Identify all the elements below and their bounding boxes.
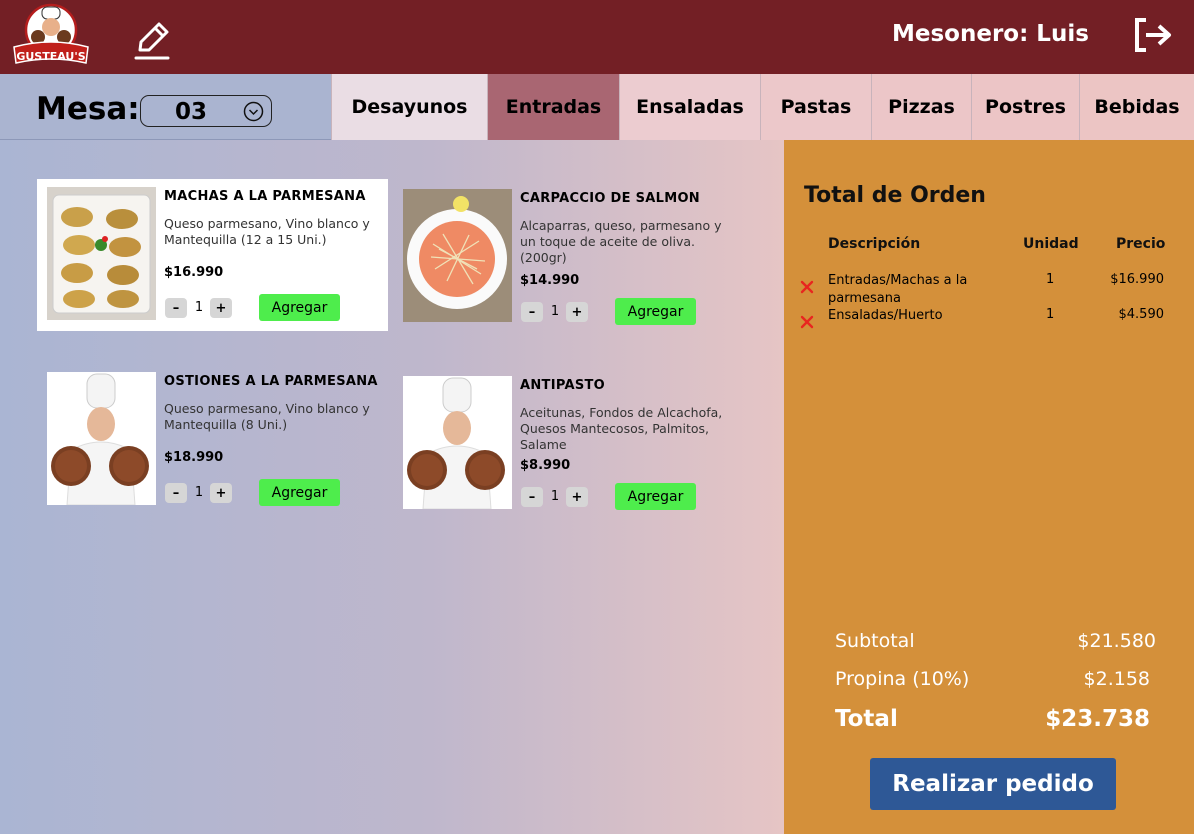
product-description: Queso parmesano, Vino blanco y Mantequil… [164,401,370,432]
place-order-button[interactable]: Realizar pedido [870,758,1116,810]
table-selector-bar: Mesa: 03 [0,74,332,140]
product-description: Alcaparras, queso, parmesano y un toque … [520,218,722,265]
product-name: MACHAS A LA PARMESANA [164,189,366,204]
subtotal-value: $21.580 [1077,630,1156,652]
product-name: ANTIPASTO [520,378,606,393]
product-card[interactable]: OSTIONES A LA PARMESANA Queso parmesano,… [37,364,388,516]
gusteaus-logo: GUSTEAU'S [13,3,89,64]
quantity-decrease-button[interactable]: – [165,298,187,318]
quantity-increase-button[interactable]: + [566,302,588,322]
remove-item-icon[interactable] [800,280,814,294]
edit-icon[interactable] [132,20,172,62]
tab-desayunos[interactable]: Desayunos [331,74,487,140]
table-select[interactable]: 03 [140,95,272,127]
quantity-value: 1 [194,300,204,315]
order-item-description: Entradas/Machas a la parmesana [828,273,968,306]
carpaccio-photo [403,189,512,322]
order-panel: Total de Orden Descripción Unidad Precio… [784,140,1194,834]
tab-entradas[interactable]: Entradas [487,74,619,140]
quantity-value: 1 [194,485,204,500]
total-value: $23.738 [1045,706,1150,732]
chevron-down-icon [243,101,264,122]
tab-postres[interactable]: Postres [971,74,1079,140]
svg-text:GUSTEAU'S: GUSTEAU'S [16,50,85,63]
order-item-price: $16.990 [1110,272,1164,287]
oysters-photo [47,187,156,320]
total-label: Total [835,706,898,732]
add-to-order-button[interactable]: Agregar [615,483,696,510]
add-to-order-button[interactable]: Agregar [259,479,340,506]
remove-item-icon[interactable] [800,315,814,329]
top-bar: GUSTEAU'S Mesonero: Luis [0,0,1194,74]
order-item-description: Ensaladas/Huerto [828,308,943,323]
quantity-decrease-button[interactable]: – [165,483,187,503]
column-header-unit: Unidad [1023,236,1079,252]
order-title: Total de Orden [804,183,986,208]
add-to-order-button[interactable]: Agregar [259,294,340,321]
quantity-increase-button[interactable]: + [566,487,588,507]
column-header-price: Precio [1116,236,1166,252]
tip-value: $2.158 [1083,668,1150,690]
product-price: $18.990 [164,450,224,465]
order-item-unit: 1 [1046,307,1055,322]
category-tabs: Desayunos Entradas Ensaladas Pastas Pizz… [331,74,1194,140]
tab-pizzas[interactable]: Pizzas [871,74,971,140]
product-price: $16.990 [164,265,224,280]
product-card[interactable]: CARPACCIO DE SALMON Alcaparras, queso, p… [393,181,744,333]
quantity-decrease-button[interactable]: – [521,302,543,322]
product-price: $14.990 [520,273,580,288]
product-name: OSTIONES A LA PARMESANA [164,374,378,389]
product-description: Aceitunas, Fondos de Alcachofa, Quesos M… [520,405,723,452]
product-price: $8.990 [520,458,571,473]
table-value: 03 [175,99,208,125]
table-label: Mesa: [36,91,140,127]
quantity-value: 1 [550,304,560,319]
subtotal-label: Subtotal [835,630,915,652]
column-header-description: Descripción [828,236,921,252]
product-card[interactable]: ANTIPASTO Aceitunas, Fondos de Alcachofa… [393,368,744,520]
product-description: Queso parmesano, Vino blanco y Mantequil… [164,216,370,247]
chef-placeholder-image [47,372,156,505]
quantity-increase-button[interactable]: + [210,483,232,503]
product-grid: MACHAS A LA PARMESANA Queso parmesano, V… [0,140,784,834]
order-item-price: $4.590 [1118,307,1165,322]
quantity-decrease-button[interactable]: – [521,487,543,507]
product-card[interactable]: MACHAS A LA PARMESANA Queso parmesano, V… [37,179,388,331]
add-to-order-button[interactable]: Agregar [615,298,696,325]
order-item-unit: 1 [1046,272,1055,287]
tip-label: Propina (10%) [835,668,970,690]
quantity-value: 1 [550,489,560,504]
quantity-increase-button[interactable]: + [210,298,232,318]
logout-icon[interactable] [1132,17,1172,53]
product-name: CARPACCIO DE SALMON [520,191,700,206]
tab-ensaladas[interactable]: Ensaladas [619,74,760,140]
chef-placeholder-image [403,376,512,509]
tab-pastas[interactable]: Pastas [760,74,871,140]
waiter-name: Mesonero: Luis [892,21,1089,47]
tab-bebidas[interactable]: Bebidas [1079,74,1194,140]
